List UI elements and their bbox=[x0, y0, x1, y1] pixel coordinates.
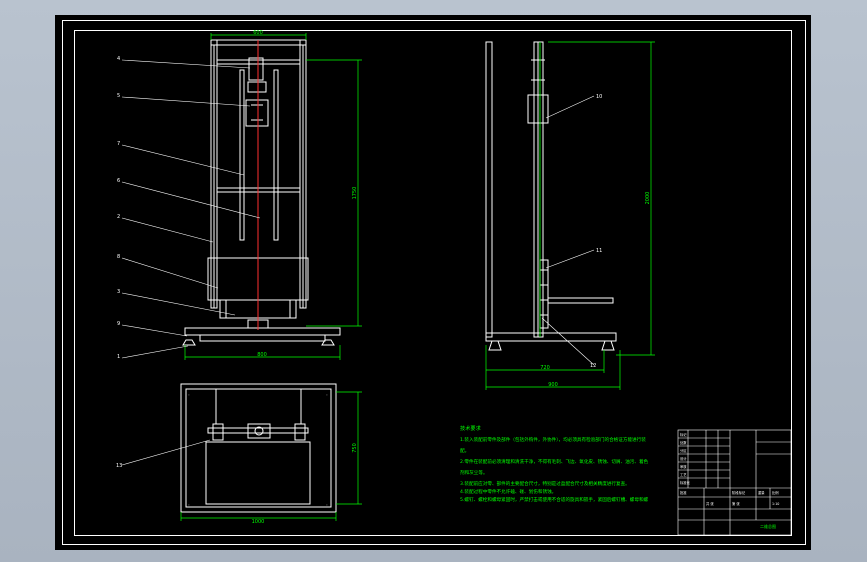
side-dim-height: 2000 bbox=[645, 192, 651, 205]
tb-cell: 标记 bbox=[680, 432, 687, 437]
side-dim-inner-width: 720 bbox=[540, 365, 550, 371]
cad-viewport[interactable]: 600 1750 800 4 5 7 6 2 8 3 9 1 2000 720 … bbox=[0, 0, 867, 562]
balloon-label: 12 bbox=[590, 363, 596, 369]
front-dim-base-width: 800 bbox=[257, 352, 267, 358]
tb-cell: 分区 bbox=[680, 448, 687, 453]
front-view bbox=[182, 39, 341, 346]
balloon-label: 10 bbox=[596, 94, 602, 100]
plan-dimensions bbox=[180, 391, 362, 521]
side-leaders bbox=[541, 95, 595, 366]
front-dim-height: 1750 bbox=[352, 187, 358, 200]
svg-text:◦: ◦ bbox=[326, 393, 328, 397]
tb-cell: 标准化 bbox=[680, 480, 691, 485]
balloon-label: 6 bbox=[117, 178, 120, 184]
tb-cell: 1:10 bbox=[772, 502, 779, 506]
balloon-label: 1 bbox=[117, 354, 120, 360]
tb-cell: 审核 bbox=[680, 464, 687, 469]
tb-cell: 批准 bbox=[680, 490, 687, 495]
plan-leader bbox=[121, 439, 211, 466]
plan-view bbox=[180, 383, 337, 513]
drawing-sheet[interactable]: 600 1750 800 4 5 7 6 2 8 3 9 1 2000 720 … bbox=[55, 15, 811, 550]
side-dimensions bbox=[485, 41, 655, 390]
tb-cell: 工艺 bbox=[680, 472, 687, 477]
balloon-label: 2 bbox=[117, 214, 120, 220]
plan-dim-width: 1000 bbox=[252, 519, 265, 525]
title-block bbox=[677, 429, 792, 536]
balloon-label: 9 bbox=[117, 321, 120, 327]
balloon-label: 13 bbox=[116, 463, 122, 469]
note-line: 1.装入装配前零件及部件（包括外购件，外协件），均必须具有检验部门的合格证方能进… bbox=[460, 436, 646, 443]
balloon-label: 5 bbox=[117, 93, 120, 99]
tb-cell: 设计 bbox=[680, 456, 687, 461]
tb-cell: 第 张 bbox=[732, 501, 740, 506]
note-line: 2.零件在装配前必须清理和清洗干净，不得有毛刺、飞边、氧化皮、锈蚀、切屑、油污、… bbox=[460, 458, 649, 465]
tb-cell: 处数 bbox=[680, 440, 687, 445]
side-view bbox=[485, 41, 617, 351]
note-line: 5.螺钉、螺栓和螺母紧固时，严禁打击或使用不合适的旋具和扳手，紧固后螺钉槽、螺母… bbox=[460, 496, 649, 503]
balloon-label: 8 bbox=[117, 254, 120, 260]
tb-cell: 阶段标记 bbox=[732, 490, 746, 495]
drawing-name: 二维总图 bbox=[760, 523, 776, 529]
plan-dim-depth: 750 bbox=[352, 443, 358, 453]
side-balloon-labels: 10 11 12 bbox=[590, 94, 602, 369]
svg-text:◦: ◦ bbox=[188, 503, 190, 507]
front-dim-top-width: 600 bbox=[253, 30, 263, 36]
note-line: 剂和灰尘等。 bbox=[460, 469, 488, 476]
note-line: 配。 bbox=[460, 448, 469, 454]
balloon-label: 4 bbox=[117, 56, 120, 62]
svg-text:◦: ◦ bbox=[326, 503, 328, 507]
side-dim-base-width: 900 bbox=[548, 382, 558, 388]
technical-notes: 技术要求 1.装入装配前零件及部件（包括外购件，外协件），均必须具有检验部门的合… bbox=[460, 424, 649, 503]
notes-title: 技术要求 bbox=[460, 424, 482, 432]
outer-frame bbox=[62, 20, 806, 545]
note-line: 4.装配过程中零件不允许磕、碰、划伤和锈蚀。 bbox=[460, 488, 556, 495]
tb-cell: 比例 bbox=[772, 490, 779, 495]
plan-corner-marks: ◦ ◦ ◦ ◦ bbox=[188, 393, 328, 507]
front-leaders bbox=[121, 59, 261, 359]
front-balloon-labels: 4 5 7 6 2 8 3 9 1 bbox=[117, 56, 120, 360]
balloon-label: 3 bbox=[117, 289, 120, 295]
tb-cell: 共 张 bbox=[706, 501, 714, 506]
tb-cell: 重量 bbox=[758, 490, 765, 495]
svg-text:◦: ◦ bbox=[188, 393, 190, 397]
cad-drawing-svg: 600 1750 800 4 5 7 6 2 8 3 9 1 2000 720 … bbox=[62, 20, 806, 545]
balloon-label: 11 bbox=[596, 248, 602, 254]
note-line: 3.装配前应对零、部件的主要配合尺寸，特别是过盈配合尺寸及相关精度进行复查。 bbox=[460, 480, 630, 487]
balloon-label: 7 bbox=[117, 141, 120, 147]
